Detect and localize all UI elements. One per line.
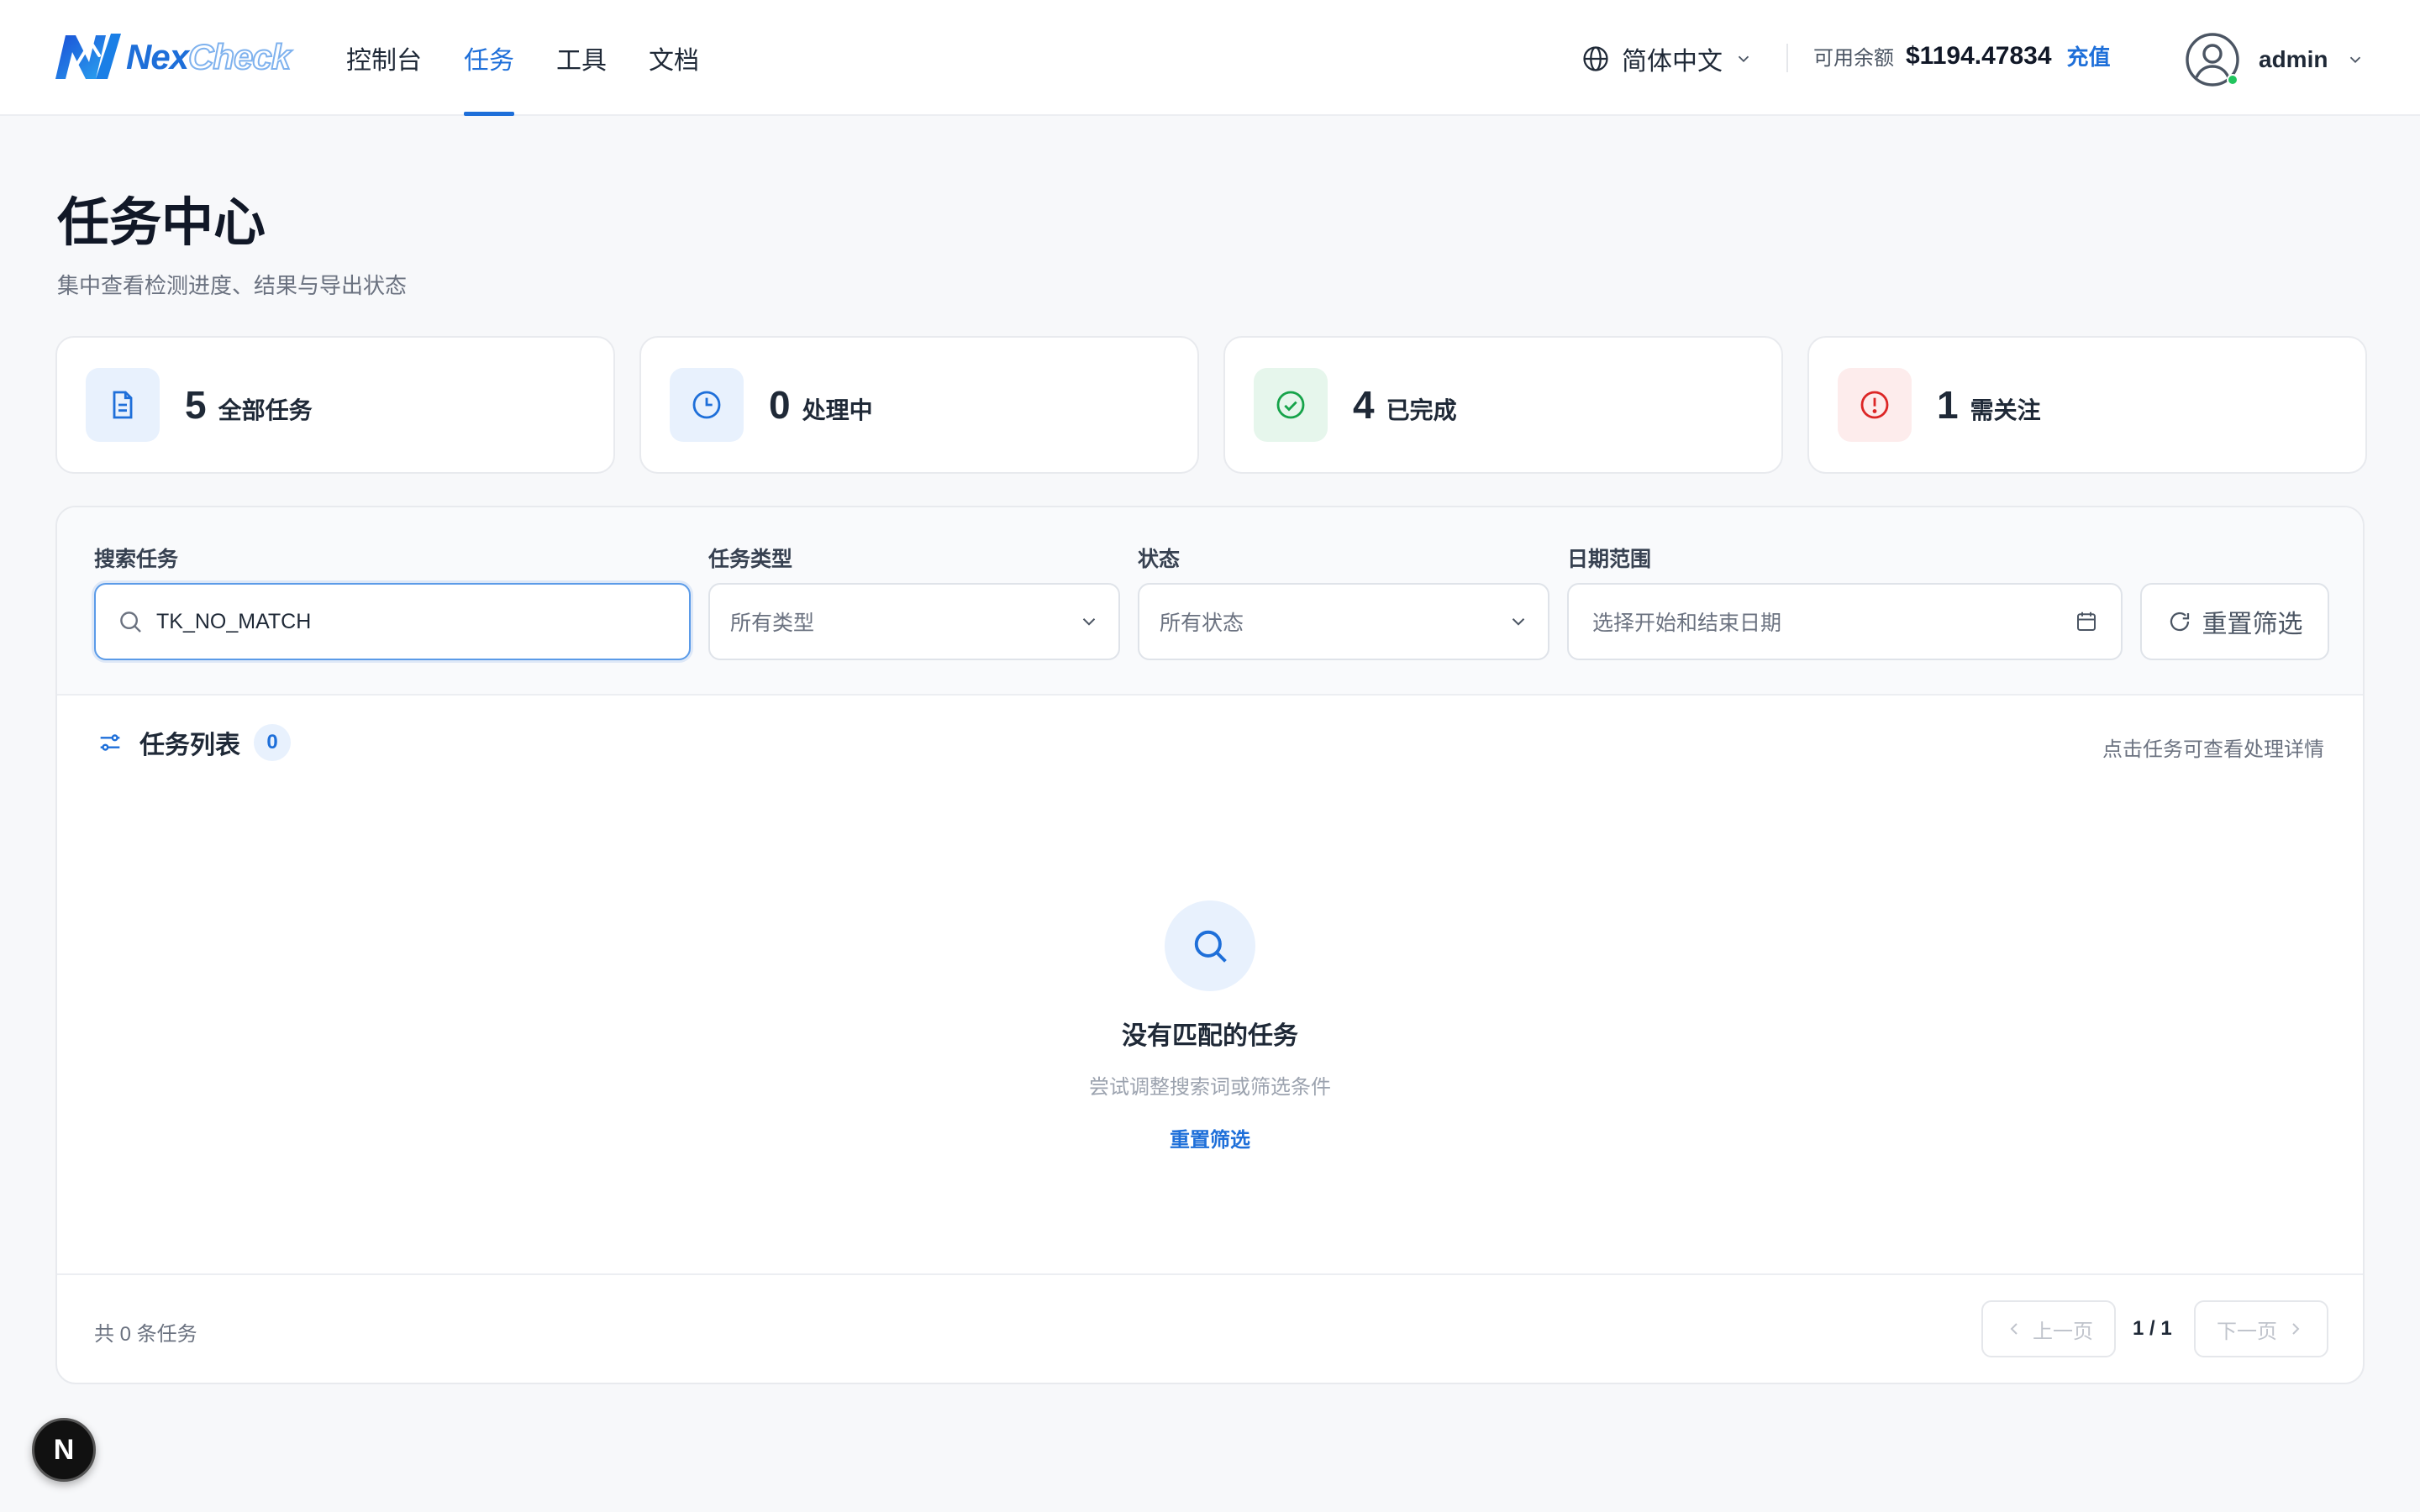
chevron-down-icon [1738, 55, 1749, 63]
search-input[interactable]: TK_NO_MATCH [94, 583, 691, 660]
stat-card-completed[interactable]: 4 已完成 [1223, 336, 1783, 474]
user-menu[interactable]: admin [2185, 32, 2365, 87]
reset-filters-label: 重置筛选 [2202, 611, 2303, 638]
nav-item-dashboard[interactable]: 控制台 [346, 0, 422, 116]
stat-label: 已完成 [1386, 397, 1457, 423]
stat-card-processing[interactable]: 0 处理中 [639, 336, 1199, 474]
type-value: 所有类型 [730, 612, 815, 635]
page-subtitle: 集中查看检测进度、结果与导出状态 [57, 273, 408, 298]
search-label: 搜索任务 [94, 548, 179, 571]
chevron-left-icon [2010, 1323, 2018, 1335]
empty-reset-link[interactable]: 重置筛选 [1170, 1123, 1250, 1152]
stat-card-attention[interactable]: 1 需关注 [1807, 336, 2367, 474]
chevron-down-icon [1512, 618, 1525, 626]
nexcheck-logo[interactable]: NexCheck [52, 30, 292, 84]
reset-filters-button[interactable]: 重置筛选 [2140, 583, 2329, 660]
refresh-icon [2170, 612, 2189, 632]
stat-value: 4 [1353, 383, 1375, 427]
stat-value: 0 [769, 383, 791, 427]
sliders-icon [100, 734, 120, 751]
clock-icon [670, 368, 744, 442]
prev-page-button[interactable]: 上一页 [1981, 1300, 2116, 1357]
status-value: 所有状态 [1160, 612, 1244, 635]
language-selector[interactable]: 简体中文 [1581, 40, 1765, 77]
count-badge: 0 [254, 724, 291, 761]
globe-icon [1583, 46, 1608, 71]
check-circle-icon [1254, 368, 1328, 442]
stat-label: 需关注 [1970, 397, 2041, 423]
stat-value: 5 [185, 383, 207, 427]
language-label: 简体中文 [1622, 48, 1723, 76]
chevron-down-icon [1082, 618, 1096, 626]
search-icon [120, 612, 141, 633]
chevron-down-icon [2350, 56, 2361, 64]
balance-value: $1194.47834 [1906, 41, 2052, 70]
online-status-dot [2227, 74, 2238, 86]
task-panel: 搜索任务 TK_NO_MATCH 任务类型 所有类型 状态 所有状态 日期范围 … [55, 506, 2365, 1384]
username: admin [2259, 46, 2328, 72]
nav-item-tools[interactable]: 工具 [556, 0, 607, 116]
stat-value: 1 [1937, 383, 1959, 427]
nav-item-docs[interactable]: 文档 [649, 0, 699, 116]
date-range-picker[interactable]: 选择开始和结束日期 [1567, 583, 2123, 660]
alert-circle-icon [1838, 368, 1912, 442]
filter-bar: 搜索任务 TK_NO_MATCH 任务类型 所有类型 状态 所有状态 日期范围 … [57, 507, 2363, 696]
floating-n-button[interactable]: N [32, 1418, 96, 1482]
stat-label: 全部任务 [218, 397, 313, 423]
main-nav: 控制台 任务 工具 文档 [346, 0, 741, 116]
chevron-right-icon [2292, 1323, 2300, 1335]
avatar [2185, 32, 2240, 87]
balance-area: 可用余额 $1194.47834 充值 [1813, 40, 2111, 71]
list-footer: 共 0 条任务 上一页 1 / 1 下一页 [57, 1273, 2363, 1383]
page-title: 任务中心 [57, 194, 266, 252]
stat-card-all[interactable]: 5 全部任务 [55, 336, 615, 474]
date-placeholder: 选择开始和结束日期 [1592, 612, 1782, 635]
empty-title: 没有匹配的任务 [1122, 1022, 1298, 1050]
empty-subtitle: 尝试调整搜索词或筛选条件 [1089, 1076, 1331, 1099]
nav-item-tasks[interactable]: 任务 [464, 0, 514, 116]
date-label: 日期范围 [1567, 548, 1652, 571]
next-page-button[interactable]: 下一页 [2194, 1300, 2328, 1357]
balance-label: 可用余额 [1813, 47, 1894, 70]
logo-text: NexCheck [126, 36, 292, 77]
list-hint: 点击任务可查看处理详情 [2102, 738, 2324, 761]
type-label: 任务类型 [708, 548, 793, 571]
search-value: TK_NO_MATCH [156, 609, 312, 633]
recharge-link[interactable]: 充值 [2067, 40, 2111, 71]
next-page-label: 下一页 [2217, 1320, 2277, 1343]
prev-page-label: 上一页 [2033, 1320, 2093, 1343]
logo-mark-icon [55, 34, 121, 79]
empty-state: 没有匹配的任务 尝试调整搜索词或筛选条件 重置筛选 [57, 900, 2363, 1152]
total-count: 共 0 条任务 [94, 1323, 197, 1346]
type-select[interactable]: 所有类型 [708, 583, 1120, 660]
calendar-icon [2077, 612, 2096, 631]
top-header: NexCheck 控制台 任务 工具 文档 简体中文 可用余额 $1194.47… [0, 0, 2420, 116]
status-select[interactable]: 所有状态 [1138, 583, 1549, 660]
list-header: 任务列表 0 [96, 724, 291, 761]
document-icon [86, 368, 160, 442]
page-info: 1 / 1 [2133, 1317, 2172, 1340]
list-title: 任务列表 [139, 732, 240, 759]
header-divider [1786, 44, 1788, 72]
search-icon [1165, 900, 1255, 991]
status-label: 状态 [1138, 548, 1181, 571]
stat-label: 处理中 [802, 397, 873, 423]
